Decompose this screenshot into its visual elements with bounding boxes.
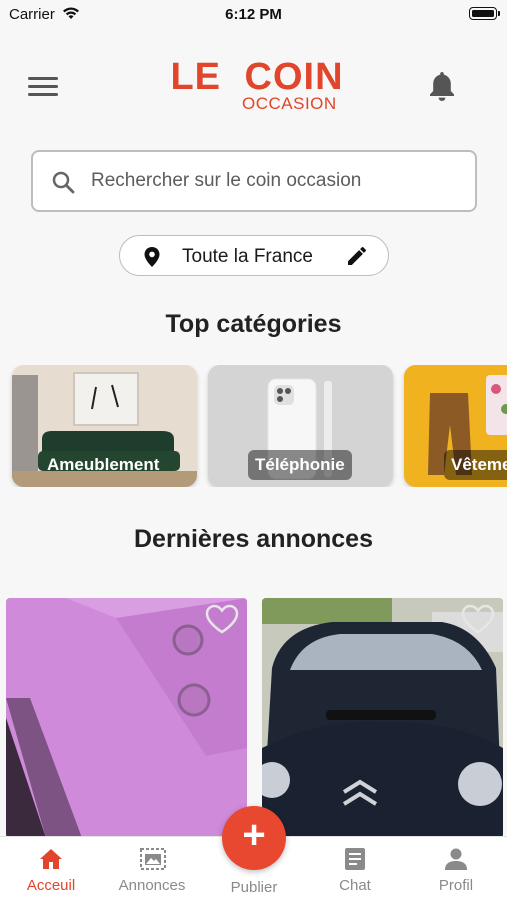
app-header: LE COIN OCCASION — [0, 30, 507, 220]
listing-card[interactable] — [6, 598, 247, 836]
search-bar[interactable] — [31, 150, 477, 212]
publish-button[interactable]: + — [222, 806, 286, 870]
menu-icon[interactable] — [26, 73, 60, 101]
status-time: 6:12 PM — [225, 6, 282, 23]
listing-card[interactable] — [262, 598, 503, 836]
heart-icon[interactable] — [205, 604, 239, 639]
category-label: Ameublement — [47, 455, 160, 474]
tab-label: Publier — [230, 879, 278, 896]
tab-label: Acceuil — [26, 877, 76, 894]
tab-label: Chat — [339, 877, 371, 894]
category-label: Téléphonie — [248, 450, 352, 480]
category-card-ameublement[interactable]: Ameublement — [12, 365, 197, 487]
tab-home[interactable]: Acceuil — [6, 837, 96, 900]
categories-carousel[interactable]: Ameublement Téléphonie Vêteme — [0, 365, 507, 487]
latest-ads-grid — [0, 598, 507, 836]
profile-icon — [444, 847, 468, 871]
bell-icon[interactable] — [427, 70, 457, 102]
heart-icon[interactable] — [461, 604, 495, 639]
category-card-telephonie[interactable]: Téléphonie — [208, 365, 393, 487]
tab-ads[interactable]: Annonces — [107, 837, 197, 900]
app-logo: LE COIN OCCASION — [162, 58, 352, 114]
chat-icon — [343, 847, 367, 871]
location-selector[interactable]: Toute la France — [119, 235, 389, 276]
logo-main-text: LE COIN — [170, 56, 344, 98]
plus-icon: + — [242, 813, 266, 857]
latest-ads-title: Dernières annonces — [134, 525, 373, 553]
pencil-icon[interactable] — [348, 247, 366, 270]
category-card-vetements[interactable]: Vêteme — [404, 365, 507, 487]
tab-label: Profil — [438, 877, 474, 894]
tab-chat[interactable]: Chat — [310, 837, 400, 900]
category-label: Vêteme — [444, 450, 507, 480]
home-icon — [39, 847, 63, 871]
search-icon — [51, 170, 75, 199]
top-categories-title: Top catégories — [165, 310, 342, 338]
status-bar: Carrier 6:12 PM — [0, 0, 507, 30]
tab-profile[interactable]: Profil — [411, 837, 501, 900]
ads-icon — [140, 847, 166, 871]
logo-sub-text: OCCASION — [242, 94, 337, 113]
tab-label: Annonces — [118, 877, 186, 894]
search-input[interactable] — [91, 152, 461, 210]
location-label: Toute la France — [182, 246, 313, 267]
battery-icon — [469, 7, 500, 20]
pin-icon — [144, 247, 160, 272]
